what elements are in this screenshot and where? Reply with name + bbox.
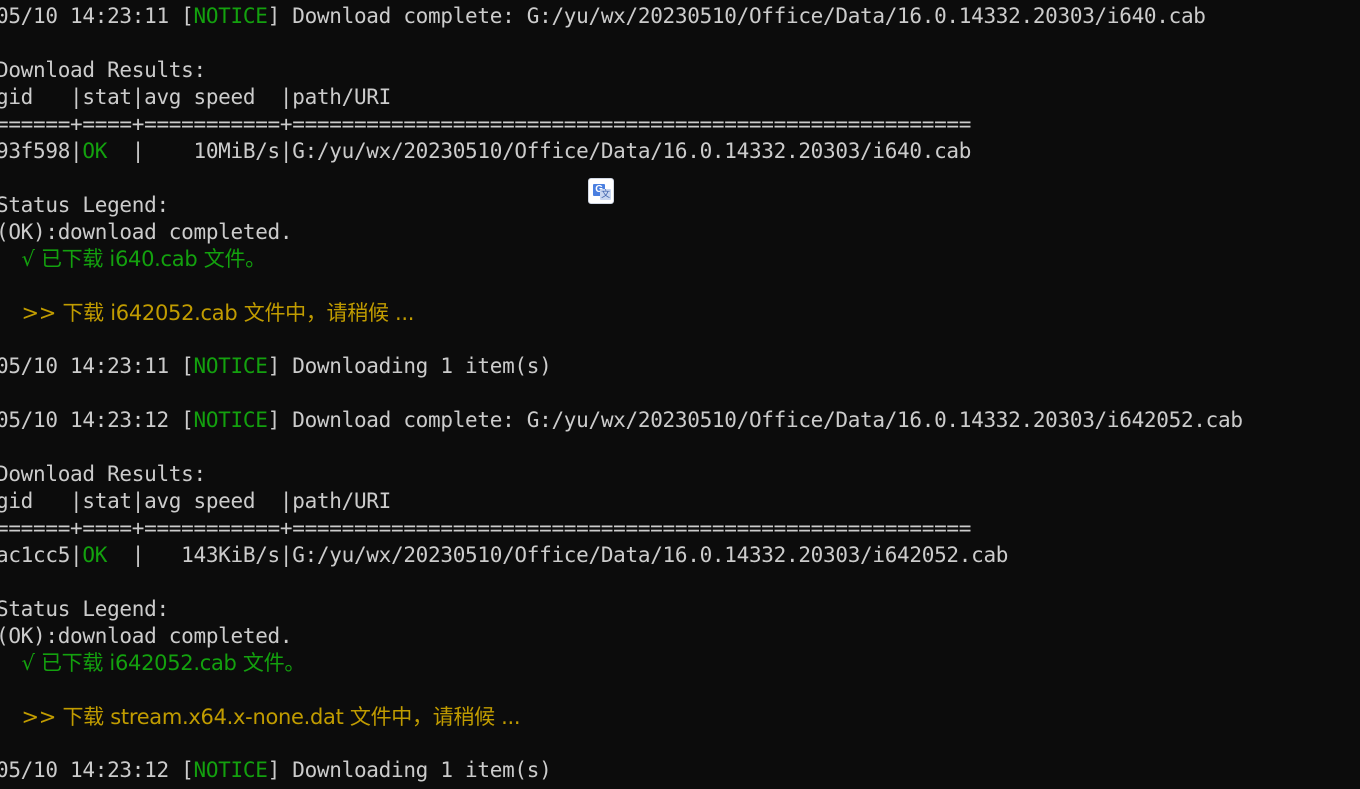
legend-ok-1: (OK):download completed. — [0, 220, 293, 244]
terminal-console[interactable]: 05/10 14:23:11 [NOTICE] Download complet… — [0, 0, 1360, 789]
translate-x-glyph: 文 — [600, 189, 611, 200]
notice-line-downloading-2: 05/10 14:23:12 [NOTICE] Downloading 1 it… — [0, 757, 552, 784]
bracket-close: ] — [267, 758, 281, 782]
row-gid: 93f598| — [0, 139, 83, 163]
results-row-2: ac1cc5|OK | 143KiB/s|G:/yu/wx/20230510/O… — [0, 542, 1008, 569]
notice-message: Download complete: G:/yu/wx/20230510/Off… — [279, 4, 1206, 28]
row-gid: ac1cc5| — [0, 543, 83, 567]
results-title-2: Download Results: — [0, 462, 206, 486]
timestamp: 05/10 14:23:11 — [0, 354, 182, 378]
bracket-close: ] — [267, 4, 281, 28]
row-path: G:/yu/wx/20230510/Office/Data/16.0.14332… — [292, 543, 1009, 567]
notice-level: NOTICE — [193, 4, 268, 28]
notice-line-complete-1: 05/10 14:23:11 [NOTICE] Download complet… — [0, 3, 1206, 30]
bracket-open: [ — [181, 758, 194, 782]
row-speed: | 143KiB/s| — [107, 543, 293, 567]
results-separator-2: ======+====+===========+================… — [0, 516, 972, 540]
bracket-open: [ — [181, 408, 194, 432]
next-download-message-2: >> 下载 stream.x64.x-none.dat 文件中，请稍候 ... — [0, 705, 521, 729]
results-separator-1: ======+====+===========+================… — [0, 112, 972, 136]
notice-level: NOTICE — [193, 758, 268, 782]
bracket-open: [ — [181, 354, 194, 378]
notice-line-complete-2: 05/10 14:23:12 [NOTICE] Download complet… — [0, 407, 1243, 434]
done-message-1: √ 已下载 i640.cab 文件。 — [0, 247, 267, 271]
row-stat: OK — [82, 139, 108, 163]
row-stat: OK — [82, 543, 108, 567]
next-download-message-1: >> 下载 i642052.cab 文件中，请稍候 ... — [0, 301, 415, 325]
legend-ok-2: (OK):download completed. — [0, 624, 293, 648]
legend-title-1: Status Legend: — [0, 193, 169, 217]
timestamp: 05/10 14:23:12 — [0, 758, 182, 782]
results-header-2: gid |stat|avg speed |path/URI — [0, 489, 391, 513]
notice-level: NOTICE — [193, 354, 268, 378]
notice-level: NOTICE — [193, 408, 268, 432]
notice-message: Download complete: G:/yu/wx/20230510/Off… — [279, 408, 1243, 432]
bracket-open: [ — [181, 4, 194, 28]
results-header-1: gid |stat|avg speed |path/URI — [0, 85, 391, 109]
notice-message: Downloading 1 item(s) — [279, 354, 552, 378]
notice-line-downloading-1: 05/10 14:23:11 [NOTICE] Downloading 1 it… — [0, 353, 552, 380]
legend-title-2: Status Legend: — [0, 597, 169, 621]
results-title-1: Download Results: — [0, 58, 206, 82]
timestamp: 05/10 14:23:11 — [0, 4, 182, 28]
bracket-close: ] — [267, 354, 281, 378]
row-speed: | 10MiB/s| — [107, 139, 293, 163]
done-message-2: √ 已下载 i642052.cab 文件。 — [0, 651, 306, 675]
bracket-close: ] — [267, 408, 281, 432]
translate-icon[interactable]: G 文 — [588, 178, 614, 204]
timestamp: 05/10 14:23:12 — [0, 408, 182, 432]
notice-message: Downloading 1 item(s) — [279, 758, 552, 782]
row-path: G:/yu/wx/20230510/Office/Data/16.0.14332… — [292, 139, 972, 163]
results-row-1: 93f598|OK | 10MiB/s|G:/yu/wx/20230510/Of… — [0, 138, 971, 165]
